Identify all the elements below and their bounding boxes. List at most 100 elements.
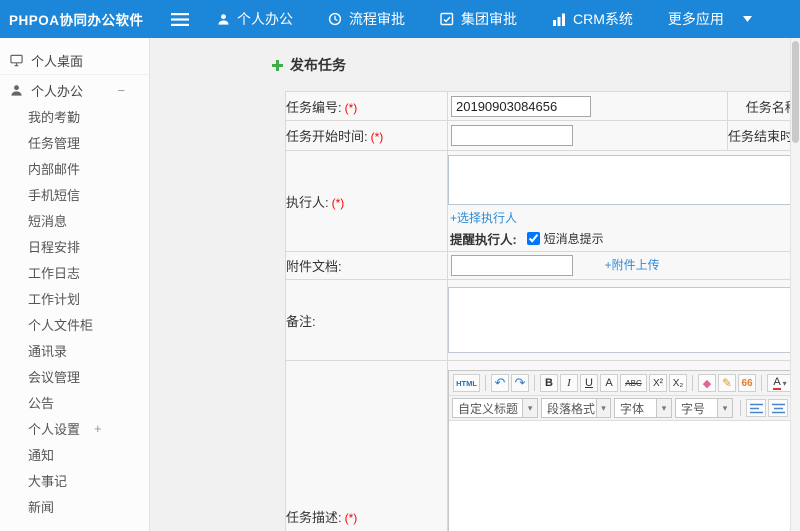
custom-title-select[interactable]: 自定义标题 ▾ [452, 398, 538, 418]
caret-down-icon [742, 16, 752, 22]
sidebar-item-label: 日程安排 [28, 239, 81, 255]
sidebar-item-label: 任务管理 [28, 135, 81, 151]
paragraph-format-select[interactable]: 段落格式 ▾ [541, 398, 611, 418]
editor-content-area[interactable] [449, 421, 790, 531]
task-number-input[interactable] [451, 95, 591, 117]
sidebar-item-personal-office[interactable]: 个人办公 − [0, 77, 149, 103]
vertical-scrollbar[interactable] [790, 38, 800, 531]
executor-textarea[interactable] [448, 154, 790, 205]
eraser-icon[interactable]: ◆ [698, 374, 716, 392]
sidebar-item-label: 新闻 [28, 499, 55, 515]
collapse-toggle[interactable]: − [117, 83, 125, 98]
required-mark: (*) [331, 195, 345, 210]
nav-item-more-apps[interactable]: 更多应用 [668, 9, 752, 29]
sidebar-item-task-management[interactable]: 任务管理 [0, 129, 149, 155]
font-button[interactable]: A [600, 374, 618, 392]
bold-button[interactable]: B [540, 374, 558, 392]
attachment-input[interactable] [451, 255, 573, 276]
page-title-text: 发布任务 [290, 57, 346, 73]
main-content: 发布任务 任务编号:(*) 任务名称:(*) [150, 38, 790, 531]
sidebar-item-news[interactable]: 新闻 [0, 493, 149, 519]
hamburger-icon [171, 12, 189, 26]
align-center-icon [771, 403, 785, 413]
sidebar-item-contacts[interactable]: 通讯录 [0, 337, 149, 363]
sidebar-item-label: 大事记 [28, 473, 68, 489]
required-mark: (*) [344, 100, 358, 115]
font-color-button[interactable]: A ▾ [767, 374, 790, 392]
font-size-select[interactable]: 字号 ▾ [675, 398, 733, 418]
subscript-button[interactable]: X₂ [669, 374, 687, 392]
sidebar-item-announcement[interactable]: 公告 [0, 389, 149, 415]
nav-item-personal-office[interactable]: 个人办公 [217, 9, 293, 29]
nav-label: 流程审批 [349, 11, 405, 27]
sidebar-item-schedule[interactable]: 日程安排 [0, 233, 149, 259]
align-left-icon [749, 403, 763, 413]
format-painter-icon[interactable]: ✎ [718, 374, 736, 392]
phpoa-app: PHPOA协同办公软件 个人办公 流程审批 集团审批 CRM系统 更多应用 个人… [0, 0, 800, 531]
nav-item-group-approval[interactable]: 集团审批 [440, 9, 517, 29]
scrollbar-thumb[interactable] [792, 41, 799, 143]
caret-down-icon: ▾ [522, 399, 537, 417]
sidebar-item-label: 个人桌面 [31, 53, 84, 69]
end-time-label: 任务结束时间:(*) [727, 120, 790, 151]
sidebar-item-label: 个人办公 [31, 83, 84, 99]
task-description-label: 任务描述: (*) [285, 360, 448, 531]
font-family-select[interactable]: 字体 ▾ [614, 398, 672, 418]
desktop-icon [10, 54, 23, 66]
sidebar-item-personal-desktop[interactable]: 个人桌面 [0, 46, 149, 75]
sidebar-item-short-message[interactable]: 短消息 [0, 207, 149, 233]
sidebar-item-label: 公告 [28, 395, 55, 411]
select-executor-link[interactable]: +选择执行人 [450, 209, 517, 226]
redo-button[interactable]: ↷ [511, 374, 529, 392]
form-wrapper: 任务编号:(*) 任务名称:(*) 任务开始时间:(*) [285, 91, 790, 531]
page-title: 发布任务 [272, 55, 790, 75]
sms-remind-checkbox[interactable] [526, 231, 540, 245]
sidebar-item-notice[interactable]: 通知 [0, 441, 149, 467]
align-left-button[interactable] [746, 399, 766, 417]
sidebar-item-big-events[interactable]: 大事记 [0, 467, 149, 493]
sidebar-item-label: 通讯录 [28, 343, 68, 359]
underline-button[interactable]: U [580, 374, 598, 392]
sidebar-item-label: 我的考勤 [28, 109, 81, 125]
sidebar-item-work-plan[interactable]: 工作计划 [0, 285, 149, 311]
blockquote-button[interactable]: 66 [738, 374, 756, 392]
superscript-button[interactable]: X² [649, 374, 667, 392]
nav-label: 更多应用 [667, 11, 724, 27]
nav-item-workflow-approval[interactable]: 流程审批 [328, 9, 405, 29]
top-bar: PHPOA协同办公软件 个人办公 流程审批 集团审批 CRM系统 更多应用 [0, 0, 800, 38]
nav-label: CRM系统 [573, 11, 633, 27]
sidebar-item-work-log[interactable]: 工作日志 [0, 259, 149, 285]
font-color-glyph: A [773, 376, 781, 391]
toolbar-separator [692, 375, 693, 391]
toolbar-separator [485, 375, 486, 391]
app-logo: PHPOA协同办公软件 [9, 13, 144, 28]
undo-button[interactable]: ↶ [491, 374, 509, 392]
menu-toggle-button[interactable] [171, 12, 189, 26]
required-mark: (*) [370, 130, 384, 144]
editor-toolbar-row1: HTML ↶ ↷ B I U A ABC X² X₂ ◆ ✎ 66 A ▾ [449, 371, 790, 396]
attachment-upload-link[interactable]: +附件上传 [605, 258, 660, 272]
task-number-label: 任务编号: (*) [285, 91, 448, 121]
sidebar-item-internal-mail[interactable]: 内部邮件 [0, 155, 149, 181]
sidebar-item-label: 短消息 [28, 213, 68, 229]
html-source-button[interactable]: HTML [453, 374, 480, 392]
sidebar-item-meeting-management[interactable]: 会议管理 [0, 363, 149, 389]
sidebar-item-mobile-sms[interactable]: 手机短信 [0, 181, 149, 207]
expand-toggle[interactable]: + [94, 421, 102, 436]
toolbar-separator [761, 375, 762, 391]
sidebar-item-my-attendance[interactable]: 我的考勤 [0, 103, 149, 129]
sidebar-item-personal-file-cabinet[interactable]: 个人文件柜 [0, 311, 149, 337]
italic-button[interactable]: I [560, 374, 578, 392]
sidebar-item-label: 通知 [28, 447, 55, 463]
align-center-button[interactable] [768, 399, 788, 417]
start-time-input[interactable] [451, 125, 573, 146]
clock-icon [328, 12, 342, 26]
sidebar-item-personal-settings[interactable]: 个人设置 + [0, 415, 149, 441]
sidebar-item-label: 内部邮件 [28, 161, 81, 177]
remark-textarea[interactable] [448, 287, 790, 353]
nav-item-crm-system[interactable]: CRM系统 [552, 9, 633, 29]
remind-executor-label: 提醒执行人: [450, 232, 517, 247]
strikethrough-button[interactable]: ABC [620, 374, 647, 392]
sidebar-item-label: 个人文件柜 [28, 317, 94, 333]
remark-label: 备注: [285, 279, 448, 361]
